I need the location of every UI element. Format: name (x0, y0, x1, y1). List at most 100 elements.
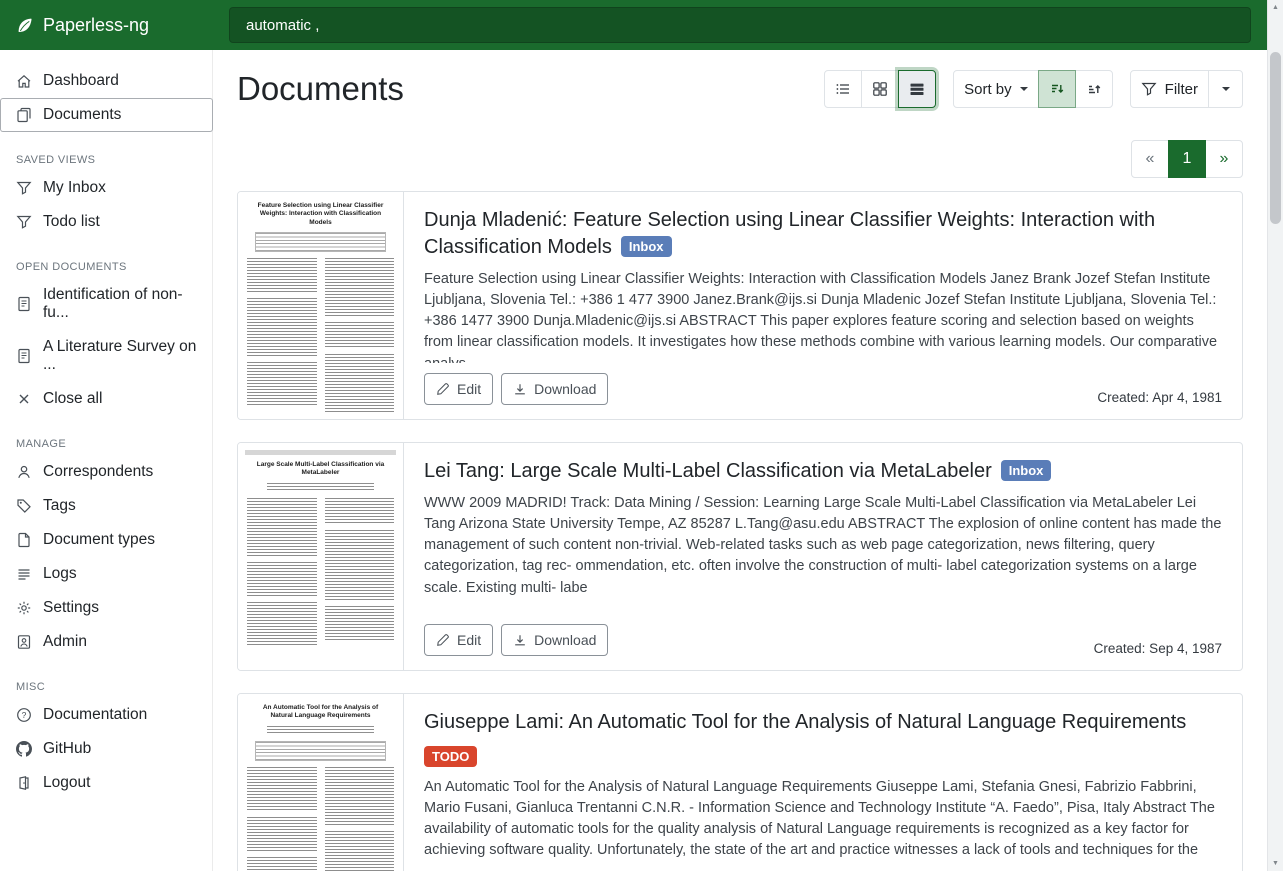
document-card: Feature Selection using Linear Classifie… (237, 191, 1243, 420)
caret-down-icon (1020, 87, 1028, 91)
sidebar-section-open-documents: OPEN DOCUMENTS (16, 261, 197, 273)
gear-icon (16, 600, 32, 616)
download-button[interactable]: Download (501, 373, 608, 405)
file-icon (16, 532, 32, 548)
brand-name: Paperless-ng (43, 15, 149, 36)
grid-view-icon (872, 81, 888, 97)
sort-direction-asc-button[interactable] (1075, 70, 1113, 108)
pagination-prev-button[interactable]: « (1131, 140, 1169, 178)
filter-label: Filter (1165, 81, 1198, 98)
brand-link[interactable]: Paperless-ng (0, 15, 213, 36)
list-icon (16, 566, 32, 582)
sidebar-item-label: Document types (43, 531, 155, 549)
door-icon (16, 775, 32, 791)
sidebar-item-open-doc-1[interactable]: Identification of non-fu... (0, 278, 213, 330)
document-title[interactable]: Dunja Mladenić: Feature Selection using … (424, 207, 1222, 261)
document-card-footer: Edit Download Created: Sep 4, 1987 (424, 614, 1222, 656)
document-title-text: Lei Tang: Large Scale Multi-Label Classi… (424, 460, 992, 482)
sort-by-label: Sort by (964, 81, 1012, 98)
download-icon (513, 633, 527, 647)
download-label: Download (534, 381, 596, 397)
sidebar-item-admin[interactable]: Admin (0, 625, 213, 659)
sidebar-item-document-types[interactable]: Document types (0, 523, 213, 557)
download-icon (513, 382, 527, 396)
tag-badge[interactable]: Inbox (621, 236, 672, 257)
scrollbar-up-arrow[interactable]: ▲ (1268, 4, 1283, 11)
thumbnail-title: An Automatic Tool for the Analysis of Na… (251, 704, 390, 721)
sidebar-item-close-all[interactable]: Close all (0, 382, 213, 416)
document-thumbnail[interactable]: Feature Selection using Linear Classifie… (238, 192, 404, 419)
sidebar-item-dashboard[interactable]: Dashboard (0, 64, 213, 98)
sidebar-item-label: Dashboard (43, 72, 119, 90)
document-card-body: Lei Tang: Large Scale Multi-Label Classi… (404, 443, 1242, 670)
document-card-footer: Edit Download Created: Apr 4, 1981 (424, 363, 1222, 405)
filter-group: Filter (1130, 70, 1243, 108)
scrollbar-down-arrow[interactable]: ▼ (1268, 860, 1283, 867)
document-thumbnail[interactable]: An Automatic Tool for the Analysis of Na… (238, 694, 404, 871)
sidebar-item-logout[interactable]: Logout (0, 766, 213, 800)
thumbnail-columns (247, 498, 394, 652)
sidebar-item-my-inbox[interactable]: My Inbox (0, 171, 213, 205)
sidebar-item-settings[interactable]: Settings (0, 591, 213, 625)
view-list-button[interactable] (824, 70, 862, 108)
page-title: Documents (237, 70, 404, 108)
sidebar-item-label: Todo list (43, 213, 100, 231)
sort-by-button[interactable]: Sort by (953, 70, 1039, 108)
sidebar-section-misc: MISC (16, 681, 197, 693)
download-button[interactable]: Download (501, 624, 608, 656)
document-title[interactable]: Lei Tang: Large Scale Multi-Label Classi… (424, 458, 1222, 485)
document-title[interactable]: Giuseppe Lami: An Automatic Tool for the… (424, 709, 1222, 736)
document-excerpt: An Automatic Tool for the Analysis of Na… (424, 777, 1222, 865)
thumbnail-title: Large Scale Multi-Label Classification v… (251, 461, 390, 478)
sidebar-item-open-doc-2[interactable]: A Literature Survey on ... (0, 330, 213, 382)
thumbnail-page: Feature Selection using Linear Classifie… (238, 192, 403, 419)
sidebar-item-label: Documents (43, 106, 121, 124)
sidebar-item-github[interactable]: GitHub (0, 732, 213, 766)
sidebar-item-label: Logs (43, 565, 77, 583)
view-details-button[interactable] (898, 70, 936, 108)
svg-text:?: ? (22, 710, 27, 720)
sidebar-item-label: Close all (43, 390, 102, 408)
sidebar-item-correspondents[interactable]: Correspondents (0, 455, 213, 489)
sidebar-item-label: GitHub (43, 740, 91, 758)
funnel-icon (16, 180, 32, 196)
document-card-body: Giuseppe Lami: An Automatic Tool for the… (404, 694, 1242, 871)
pencil-icon (436, 633, 450, 647)
document-thumbnail[interactable]: Large Scale Multi-Label Classification v… (238, 443, 404, 670)
toolbar: Sort by Filter (824, 70, 1243, 108)
document-excerpt: Feature Selection using Linear Classifie… (424, 269, 1222, 363)
document-title-text: Giuseppe Lami: An Automatic Tool for the… (424, 711, 1186, 733)
sidebar-item-label: My Inbox (43, 179, 106, 197)
document-title-text: Dunja Mladenić: Feature Selection using … (424, 209, 1155, 258)
main-content: Documents Sort by (213, 50, 1267, 871)
sidebar-item-logs[interactable]: Logs (0, 557, 213, 591)
edit-button[interactable]: Edit (424, 624, 493, 656)
thumbnail-authors (267, 726, 374, 735)
sidebar-item-label: Settings (43, 599, 99, 617)
scrollbar-thumb[interactable] (1270, 52, 1281, 224)
edit-label: Edit (457, 632, 481, 648)
filter-dropdown-button[interactable] (1208, 70, 1243, 108)
sidebar-item-todo-list[interactable]: Todo list (0, 205, 213, 239)
sidebar-item-documents[interactable]: Documents (0, 98, 213, 132)
pagination-page-1-button[interactable]: 1 (1168, 140, 1206, 178)
pagination: « 1 » (237, 140, 1243, 178)
sidebar-item-tags[interactable]: Tags (0, 489, 213, 523)
sort-direction-desc-button[interactable] (1038, 70, 1076, 108)
thumbnail-header-band (245, 450, 396, 455)
search-input[interactable] (229, 7, 1251, 43)
pagination-next-button[interactable]: » (1205, 140, 1243, 178)
sidebar-item-documentation[interactable]: ? Documentation (0, 698, 213, 732)
details-view-icon (909, 81, 925, 97)
edit-button[interactable]: Edit (424, 373, 493, 405)
tag-badge[interactable]: Inbox (1001, 460, 1052, 481)
view-grid-button[interactable] (861, 70, 899, 108)
person-badge-icon (16, 634, 32, 650)
document-card: An Automatic Tool for the Analysis of Na… (237, 693, 1243, 871)
tag-badge[interactable]: TODO (424, 746, 477, 767)
caret-down-icon (1222, 87, 1230, 91)
file-text-icon (16, 296, 32, 312)
filter-button[interactable]: Filter (1130, 70, 1209, 108)
file-text-icon (16, 348, 32, 364)
sidebar-item-label: Logout (43, 774, 90, 792)
